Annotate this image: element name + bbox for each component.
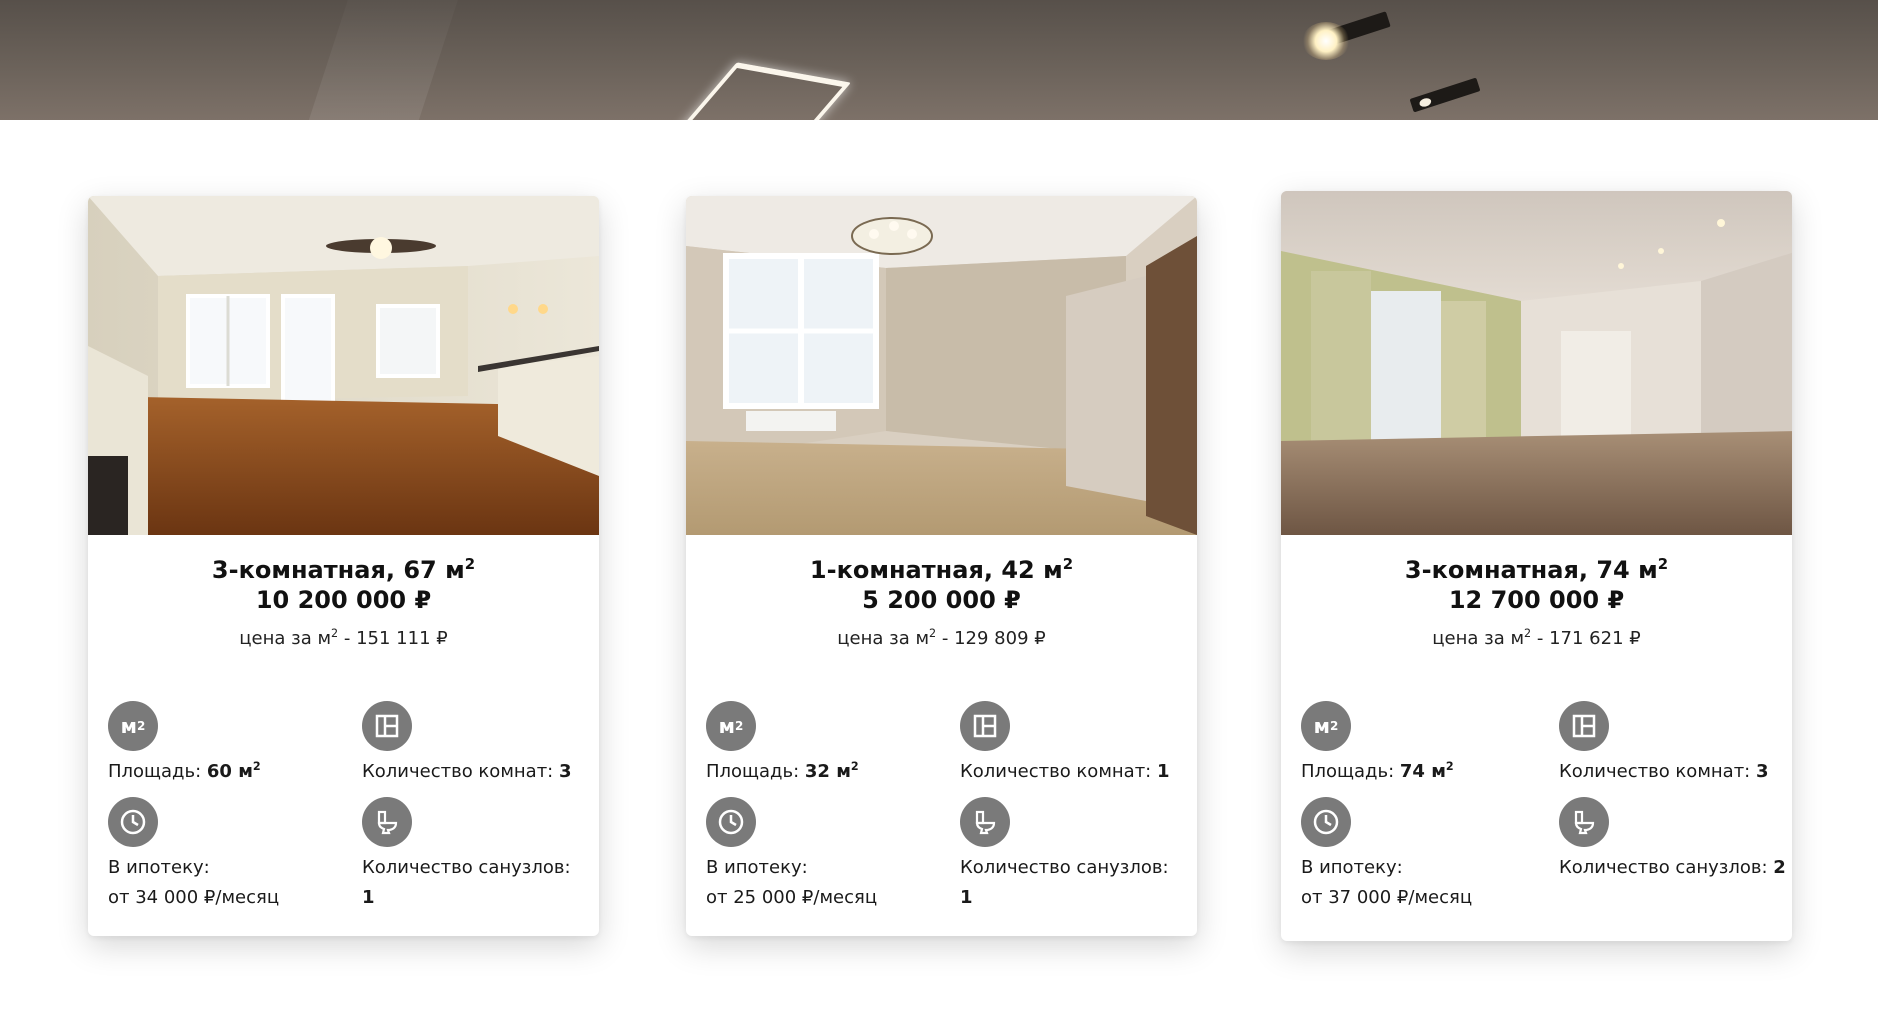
rooms-text: Количество комнат: 3 [362,761,572,782]
apartment-specs: м2 Площадь: 74 м2 Количество комнат: 3 В… [1301,701,1786,913]
toilet-icon [362,797,412,847]
spec-mortgage: В ипотеку: от 34 000 ₽/месяц [108,797,362,913]
apartment-specs: м2 Площадь: 60 м2 Количество комнат: 3 В… [108,701,579,913]
mortgage-text: В ипотеку: от 25 000 ₽/месяц [706,857,878,908]
rooms-text: Количество комнат: 3 [1559,761,1769,782]
spec-rooms: Количество комнат: 3 [362,701,582,787]
ceiling-lamp [1302,22,1350,60]
apartment-price: 5 200 000 ₽ [862,586,1021,614]
apartment-title: 3-комнатная, 67 м2 [211,555,476,584]
spec-bathrooms: Количество санузлов: 1 [362,797,582,913]
spec-bathrooms: Количество санузлов: 2 [1559,797,1789,913]
toilet-icon [960,797,1010,847]
apartment-photo[interactable] [88,196,599,535]
price-per-sqm: цена за м2 - 171 621 ₽ [1432,627,1641,649]
bathrooms-text: Количество санузлов: 1 [960,857,1169,908]
spec-rooms: Количество комнат: 3 [1559,701,1789,787]
apartment-photo[interactable] [686,196,1197,535]
apartment-card[interactable]: 3-комнатная, 67 м2 10 200 000 ₽ цена за … [88,196,599,936]
area-text: Площадь: 74 м2 [1301,760,1454,782]
area-icon: м2 [706,701,756,751]
area-icon: м2 [1301,701,1351,751]
apartment-photo[interactable] [1281,191,1792,535]
apartment-card[interactable]: 3-комнатная, 74 м2 12 700 000 ₽ цена за … [1281,191,1792,941]
ceiling-light-fixture [1409,77,1481,113]
ceiling-skylight [668,62,852,120]
apartment-specs: м2 Площадь: 32 м2 Количество комнат: 1 В… [706,701,1177,913]
mortgage-text: В ипотеку: от 37 000 ₽/месяц [1301,857,1473,908]
spec-area: м2 Площадь: 60 м2 [108,701,362,787]
spec-mortgage: В ипотеку: от 25 000 ₽/месяц [706,797,960,913]
clock-icon [1301,797,1351,847]
rooms-text: Количество комнат: 1 [960,761,1170,782]
apartment-price: 10 200 000 ₽ [255,586,432,614]
spec-bathrooms: Количество санузлов: 1 [960,797,1180,913]
clock-icon [108,797,158,847]
floor-plan-icon [960,701,1010,751]
apartment-price: 12 700 000 ₽ [1448,586,1625,614]
floor-plan-icon [1559,701,1609,751]
bathrooms-text: Количество санузлов: 2 [1559,857,1786,878]
area-icon: м2 [108,701,158,751]
spec-mortgage: В ипотеку: от 37 000 ₽/месяц [1301,797,1559,913]
price-per-sqm: цена за м2 - 151 111 ₽ [239,627,448,649]
area-text: Площадь: 32 м2 [706,760,859,782]
toilet-icon [1559,797,1609,847]
spec-area: м2 Площадь: 74 м2 [1301,701,1559,787]
mortgage-text: В ипотеку: от 34 000 ₽/месяц [108,857,280,908]
price-per-sqm: цена за м2 - 129 809 ₽ [837,627,1046,649]
spec-rooms: Количество комнат: 1 [960,701,1180,787]
light-beam [299,0,471,120]
floor-plan-icon [362,701,412,751]
apartment-title: 3-комнатная, 74 м2 [1404,555,1669,584]
clock-icon [706,797,756,847]
apartment-title: 1-комнатная, 42 м2 [809,555,1074,584]
spec-area: м2 Площадь: 32 м2 [706,701,960,787]
hero-banner [0,0,1878,120]
bathrooms-text: Количество санузлов: 1 [362,857,571,908]
apartment-card[interactable]: 1-комнатная, 42 м2 5 200 000 ₽ цена за м… [686,196,1197,936]
area-text: Площадь: 60 м2 [108,760,261,782]
